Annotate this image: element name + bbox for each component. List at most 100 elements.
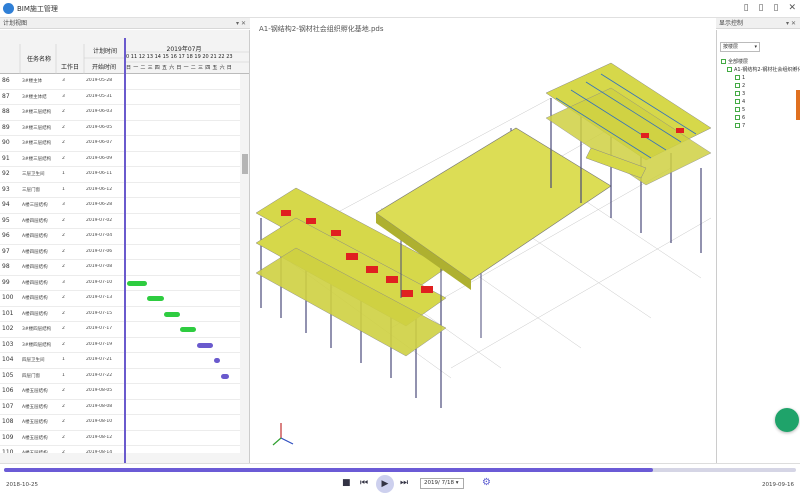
timeline-slider[interactable] <box>4 468 796 472</box>
tree-item[interactable]: A1-钢结构2-钢材社会组织孵化基地 <box>721 66 800 74</box>
tree-item[interactable]: 1 <box>721 74 800 82</box>
tree-item[interactable]: 5 <box>721 106 800 114</box>
cell-name: A楼四层结构 <box>22 280 48 286</box>
table-row[interactable]: 106 A楼五层结构 2 2019-08-05 <box>0 384 240 400</box>
tree-scroll-thumb[interactable] <box>796 90 800 120</box>
current-date-field[interactable]: 2019/ 7/18 ▾ <box>420 478 464 489</box>
window-close-icon[interactable]: ✕ <box>788 3 796 13</box>
checkbox-icon[interactable] <box>735 75 740 80</box>
app-title: BIM施工管理 <box>17 5 58 13</box>
table-row[interactable]: 90 3#楼三层结构 2 2019-06-07 <box>0 136 240 152</box>
table-row[interactable]: 94 A楼三层结构 3 2019-06-28 <box>0 198 240 214</box>
tree-item[interactable]: 7 <box>721 122 800 130</box>
display-panel-options-icon[interactable]: ▾ ✕ <box>786 18 796 29</box>
panel-options-icon[interactable]: ▾ ✕ <box>236 18 246 29</box>
cell-start: 2019-08-08 <box>86 403 113 409</box>
cell-name: 3#楼三层结构 <box>22 125 52 131</box>
cell-id: 101 <box>2 309 14 317</box>
checkbox-icon[interactable] <box>735 123 740 128</box>
previous-button[interactable]: ⏮ <box>360 478 368 488</box>
tree-item[interactable]: 3 <box>721 90 800 98</box>
tree-item[interactable]: 2 <box>721 82 800 90</box>
table-row[interactable]: 98 A楼四层结构 2 2019-07-08 <box>0 260 240 276</box>
checkbox-icon[interactable] <box>735 115 740 120</box>
table-row[interactable]: 109 A楼五层结构 2 2019-08-12 <box>0 431 240 446</box>
gantt-bar[interactable] <box>221 373 229 379</box>
stop-button[interactable]: ■ <box>342 478 351 488</box>
gantt-bar[interactable] <box>180 327 196 332</box>
table-row[interactable]: 99 A楼四层结构 3 2019-07-10 <box>0 276 240 291</box>
checkbox-icon[interactable] <box>727 67 732 72</box>
checkbox-icon[interactable] <box>721 59 726 64</box>
checkbox-icon[interactable] <box>735 91 740 96</box>
table-row[interactable]: 96 A楼四层结构 2 2019-07-04 <box>0 229 240 245</box>
table-row[interactable]: 95 A楼四层结构 2 2019-07-02 <box>0 214 240 229</box>
table-row[interactable]: 101 A楼四层结构 2 2019-07-15 <box>0 307 240 322</box>
gantt-bar[interactable] <box>197 342 213 348</box>
table-row[interactable]: 87 3#楼主体结 3 2019-05-31 <box>0 90 240 105</box>
model-viewport[interactable]: A1-钢结构2-钢材社会组织孵化基地.pds <box>251 18 715 463</box>
assistant-fab-button[interactable] <box>775 408 799 432</box>
gantt-bar[interactable] <box>164 311 180 317</box>
tree-item-label: 7 <box>742 123 746 129</box>
checkbox-icon[interactable] <box>735 99 740 104</box>
tree-item[interactable]: 全部楼层 <box>721 58 800 66</box>
table-row[interactable]: 107 A楼五层结构 2 2019-08-08 <box>0 400 240 415</box>
cell-id: 102 <box>2 325 14 332</box>
next-button[interactable]: ⏭ <box>400 478 408 488</box>
cell-id: 88 <box>2 108 10 115</box>
cell-days: 2 <box>62 419 65 424</box>
table-row[interactable]: 105 四层门窗 1 2019-07-22 <box>0 369 240 384</box>
play-button[interactable]: ▶ <box>376 475 394 493</box>
schedule-horizontal-scrollbar[interactable] <box>0 453 240 463</box>
cell-id: 97 <box>2 247 10 255</box>
cell-start: 2019-06-09 <box>86 155 113 161</box>
gantt-bar[interactable] <box>147 296 164 301</box>
bim-model-3d[interactable] <box>251 18 715 463</box>
gantt-bar[interactable] <box>214 358 220 363</box>
timeline-bar: 2018-10-25 2019-09-16 ■ ⏮ ▶ ⏭ 2019/ 7/18… <box>0 463 800 500</box>
table-row[interactable]: 86 3#楼主体 3 2019-05-28 <box>0 74 240 90</box>
cell-id: 107 <box>2 402 14 410</box>
cell-id: 96 <box>2 232 10 239</box>
table-row[interactable]: 108 A楼五层结构 2 2019-08-10 <box>0 415 240 431</box>
cell-days: 2 <box>62 124 65 130</box>
filter-dropdown-value: 按楼层 <box>723 44 739 50</box>
cell-days: 3 <box>62 93 65 99</box>
tree-item[interactable]: 6 <box>721 114 800 122</box>
table-row[interactable]: 104 四层卫生间 1 2019-07-21 <box>0 353 240 369</box>
cell-days: 3 <box>62 202 65 207</box>
checkbox-icon[interactable] <box>735 83 740 88</box>
cell-id: 99 <box>2 278 10 286</box>
cell-name: A楼四层结构 <box>22 265 48 270</box>
cell-id: 93 <box>2 185 10 193</box>
cell-name: 3#楼主体结 <box>22 94 47 100</box>
checkbox-icon[interactable] <box>735 107 740 112</box>
cell-id: 106 <box>2 387 14 394</box>
table-row[interactable]: 91 3#楼三层结构 2 2019-06-09 <box>0 152 240 167</box>
cell-id: 86 <box>2 77 10 84</box>
table-row[interactable]: 97 A楼四层结构 2 2019-07-06 <box>0 245 240 260</box>
settings-gear-icon[interactable]: ⚙ <box>482 477 491 488</box>
table-row[interactable]: 93 三层门窗 1 2019-06-12 <box>0 183 240 198</box>
schedule-vertical-scrollbar[interactable] <box>240 74 249 463</box>
axis-gizmo[interactable] <box>272 423 294 446</box>
cell-days: 2 <box>62 326 65 331</box>
cell-days: 1 <box>62 357 65 362</box>
scrollbar-thumb[interactable] <box>242 154 248 174</box>
cell-days: 3 <box>62 279 65 285</box>
window-pin-icon[interactable]: ▯ <box>744 3 749 13</box>
gantt-bar[interactable] <box>127 280 147 286</box>
window-maximize-icon[interactable]: ▯ <box>774 3 779 13</box>
table-row[interactable]: 100 A楼四层结构 2 2019-07-13 <box>0 291 240 307</box>
cell-name: 3#楼三层结构 <box>22 141 52 146</box>
tree-item[interactable]: 4 <box>721 98 800 106</box>
table-row[interactable]: 102 3#楼四层结构 2 2019-07-17 <box>0 322 240 338</box>
cell-days: 2 <box>62 341 65 347</box>
cell-name: A楼五层结构 <box>22 389 48 394</box>
filter-dropdown[interactable]: 按楼层 ▾ <box>720 42 760 52</box>
table-row[interactable]: 88 3#楼三层结构 2 2019-06-03 <box>0 105 240 121</box>
window-minimize-icon[interactable]: ▯ <box>759 3 764 13</box>
table-row[interactable]: 89 3#楼三层结构 2 2019-06-05 <box>0 121 240 136</box>
table-row[interactable]: 92 三层卫生间 1 2019-06-11 <box>0 167 240 183</box>
